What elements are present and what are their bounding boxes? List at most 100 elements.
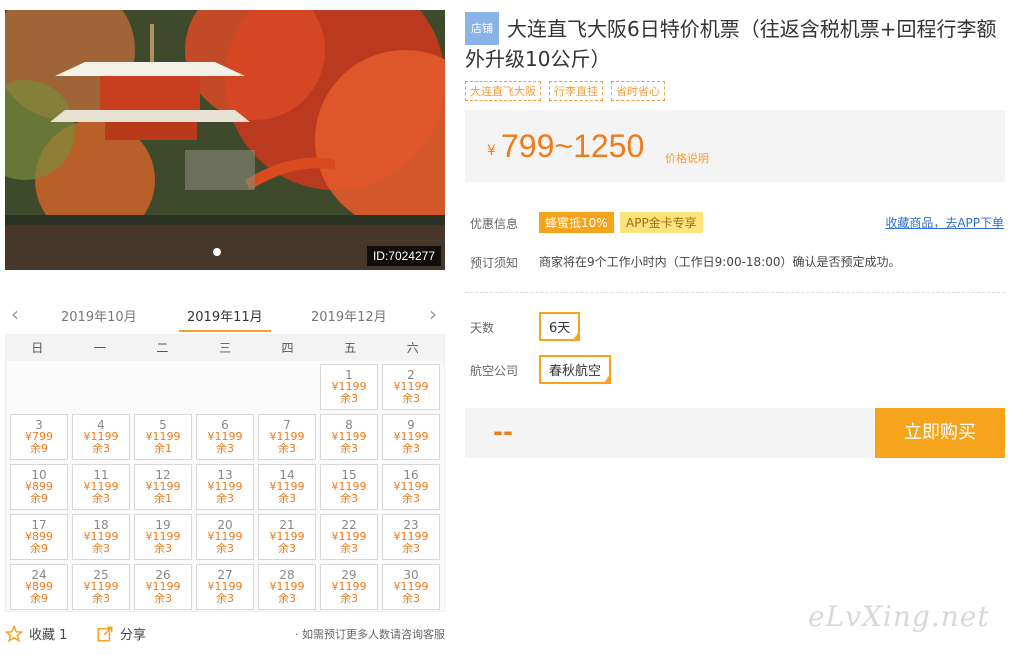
calendar-day-cell[interactable]: 3 ¥799 余9 [10,414,68,460]
product-header: 店铺 大连直飞大阪6日特价机票（往返含税机票+回程行李额外升级10公斤） [465,12,1007,74]
calendar-day-remaining: 余3 [402,392,420,405]
app-gold-badge: APP金卡专享 [620,212,703,233]
calendar-day-remaining: 余3 [216,492,234,505]
feature-tag: 省时省心 [611,81,665,101]
calendar-day-remaining: 余3 [278,542,296,555]
weekday-header: 日一二三四五六 [6,335,444,361]
calendar-day-remaining: 余3 [340,442,358,455]
share-button[interactable]: 分享 [96,624,146,643]
calendar-day-cell[interactable]: 22 ¥1199 余3 [320,514,378,560]
calendar-day-remaining: 余3 [154,592,172,605]
weekday-label: 日 [31,341,44,355]
calendar-day-cell[interactable]: 28 ¥1199 余3 [258,564,316,610]
calendar-day-cell[interactable]: 9 ¥1199 余3 [382,414,440,460]
calendar-day-cell[interactable]: 10 ¥899 余9 [10,464,68,510]
calendar-day-remaining: 余3 [402,542,420,555]
weekday-label: 三 [218,341,231,355]
check-icon: ✓ [571,333,579,342]
airline-option[interactable]: 春秋航空 ✓ [539,355,612,385]
days-option-label: 6天 [549,321,571,336]
chevron-left-icon[interactable]: ‹ [11,302,19,326]
currency-symbol: ¥ [487,143,496,159]
favorite-button[interactable]: 收藏 1 [5,624,67,643]
month-tab-prev[interactable]: 2019年10月 [61,306,137,325]
favorite-app-link[interactable]: 收藏商品，去APP下单 [885,214,1004,231]
weekday-label: 五 [344,341,357,355]
calendar-day-cell[interactable]: 29 ¥1199 余3 [320,564,378,610]
product-image[interactable]: ID:7024277 [5,10,445,270]
price-panel: ¥ 799~1250 价格说明 [465,110,1005,182]
product-title: 店铺 大连直飞大阪6日特价机票（往返含税机票+回程行李额外升级10公斤） [465,12,1007,74]
calendar-day-remaining: 余3 [92,592,110,605]
calendar-day-cell[interactable]: 30 ¥1199 余3 [382,564,440,610]
calendar-day-cell[interactable]: 11 ¥1199 余3 [72,464,130,510]
feature-tag: 行李直挂 [549,81,603,101]
calendar-day-remaining: 余3 [402,492,420,505]
month-tab-next[interactable]: 2019年12月 [311,306,387,325]
calendar-day-cell[interactable]: 6 ¥1199 余3 [196,414,254,460]
carousel-dot[interactable] [213,248,221,256]
calendar-day-cell[interactable]: 12 ¥1199 余1 [134,464,192,510]
calendar-day-cell[interactable]: 27 ¥1199 余3 [196,564,254,610]
calendar-day-cell[interactable]: 21 ¥1199 余3 [258,514,316,560]
weekday-label: 四 [281,341,294,355]
calendar-day-cell[interactable]: 24 ¥899 余9 [10,564,68,610]
chevron-right-icon[interactable]: › [429,302,437,326]
calendar-day-remaining: 余9 [30,442,48,455]
calendar-empty-cell [134,364,192,410]
calendar-day-remaining: 余9 [30,542,48,555]
calendar-day-cell[interactable]: 19 ¥1199 余3 [134,514,192,560]
calendar-day-cell[interactable]: 2 ¥1199 余3 [382,364,440,410]
calendar-day-remaining: 余3 [278,492,296,505]
divider [465,292,1005,293]
days-label: 天数 [470,321,495,335]
active-month-indicator [179,330,271,332]
calendar-day-cell[interactable]: 7 ¥1199 余3 [258,414,316,460]
calendar-day-remaining: 余3 [340,542,358,555]
calendar-day-remaining: 余3 [402,442,420,455]
buy-now-button[interactable]: 立即购买 [875,408,1005,458]
weekday-label: 六 [406,341,419,355]
weekday-label: 一 [93,341,106,355]
calendar-day-remaining: 余3 [92,442,110,455]
honey-discount-badge: 蜂蜜抵10% [539,212,614,233]
calendar-day-cell[interactable]: 4 ¥1199 余3 [72,414,130,460]
calendar-day-cell[interactable]: 5 ¥1199 余1 [134,414,192,460]
share-icon [97,626,113,641]
notice-text: 商家将在9个工作小时内（工作日9:00-18:00）确认是否预定成功。 [539,255,901,269]
month-tab-current[interactable]: 2019年11月 [187,306,263,325]
calendar-day-cell[interactable]: 15 ¥1199 余3 [320,464,378,510]
calendar-day-remaining: 余3 [92,542,110,555]
calendar-day-cell[interactable]: 1 ¥1199 余3 [320,364,378,410]
calendar-day-cell[interactable]: 8 ¥1199 余3 [320,414,378,460]
days-option[interactable]: 6天 ✓ [539,312,581,342]
calendar-day-remaining: 余3 [402,592,420,605]
favorite-label: 收藏 1 [29,628,68,643]
calendar-day-cell[interactable]: 26 ¥1199 余3 [134,564,192,610]
calendar-day-remaining: 余3 [216,592,234,605]
calendar-day-cell[interactable]: 23 ¥1199 余3 [382,514,440,560]
promo-label: 优惠信息 [470,217,519,231]
calendar-day-cell[interactable]: 16 ¥1199 余3 [382,464,440,510]
calendar-day-cell[interactable]: 20 ¥1199 余3 [196,514,254,560]
product-title-text: 大连直飞大阪6日特价机票（往返含税机票+回程行李额外升级10公斤） [465,17,997,71]
notice-label: 预订须知 [470,256,519,270]
total-bar: -- [465,408,875,458]
shop-tag[interactable]: 店铺 [465,12,499,45]
price-calendar: 日 一 二 三 四 五 六 1 ¥1199 余3 2 ¥1199 余3 3 ¥799 余9 4 ¥1199 余3 5… [5,334,445,612]
calendar-day-remaining: 余1 [154,442,172,455]
watermark: eLvXing.net [808,600,990,633]
calendar-day-cell[interactable]: 13 ¥1199 余3 [196,464,254,510]
calendar-day-cell[interactable]: 25 ¥1199 余3 [72,564,130,610]
calendar-day-remaining: 余3 [340,492,358,505]
price-note-link[interactable]: 价格说明 [665,150,709,166]
calendar-day-cell[interactable]: 14 ¥1199 余3 [258,464,316,510]
calendar-day-cell[interactable]: 17 ¥899 余9 [10,514,68,560]
calendar-day-remaining: 余3 [154,542,172,555]
calendar-empty-cell [72,364,130,410]
calendar-day-cell[interactable]: 18 ¥1199 余3 [72,514,130,560]
star-icon [5,624,23,642]
airline-label: 航空公司 [470,364,519,378]
calendar-day-remaining: 余9 [30,592,48,605]
check-icon: ✓ [602,376,610,385]
